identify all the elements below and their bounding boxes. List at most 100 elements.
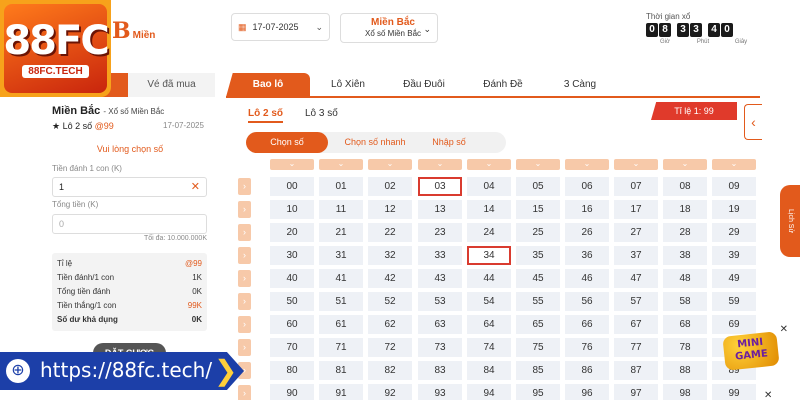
number-cell[interactable]: 58	[663, 292, 707, 311]
tab-dau-duoi[interactable]: Đầu Đuôi	[394, 73, 454, 97]
column-select-chevron[interactable]: ⌄	[319, 159, 363, 170]
number-cell[interactable]: 04	[467, 177, 511, 196]
number-cell[interactable]: 12	[368, 200, 412, 219]
column-select-chevron[interactable]: ⌄	[663, 159, 707, 170]
row-select-arrow[interactable]: ›	[238, 293, 251, 310]
number-cell[interactable]: 93	[418, 384, 462, 400]
number-cell[interactable]: 87	[614, 361, 658, 380]
tab-bought-tickets[interactable]: Vé đã mua	[128, 73, 215, 97]
number-cell[interactable]: 57	[614, 292, 658, 311]
number-cell[interactable]: 37	[614, 246, 658, 265]
column-select-chevron[interactable]: ⌄	[467, 159, 511, 170]
tab-chon-so-nhanh[interactable]: Chọn số nhanh	[334, 132, 416, 153]
number-cell[interactable]: 52	[368, 292, 412, 311]
number-cell[interactable]: 44	[467, 269, 511, 288]
row-select-arrow[interactable]: ›	[238, 201, 251, 218]
number-cell[interactable]: 19	[712, 200, 756, 219]
total-input[interactable]: 0	[52, 214, 207, 234]
site-logo[interactable]: 88FC 88FC.TECH	[0, 0, 111, 97]
number-cell[interactable]: 59	[712, 292, 756, 311]
number-cell[interactable]: 00	[270, 177, 314, 196]
number-cell[interactable]: 84	[467, 361, 511, 380]
row-select-arrow[interactable]: ›	[238, 316, 251, 333]
number-cell[interactable]: 55	[516, 292, 560, 311]
number-cell[interactable]: 73	[418, 338, 462, 357]
number-cell[interactable]: 71	[319, 338, 363, 357]
number-cell[interactable]: 21	[319, 223, 363, 242]
number-cell[interactable]: 26	[565, 223, 609, 242]
column-select-chevron[interactable]: ⌄	[516, 159, 560, 170]
close-icon[interactable]: ✕	[764, 390, 772, 400]
column-select-chevron[interactable]: ⌄	[614, 159, 658, 170]
number-cell[interactable]: 68	[663, 315, 707, 334]
number-cell[interactable]: 82	[368, 361, 412, 380]
number-cell[interactable]: 02	[368, 177, 412, 196]
number-cell[interactable]: 36	[565, 246, 609, 265]
number-cell[interactable]: 32	[368, 246, 412, 265]
number-cell[interactable]: 72	[368, 338, 412, 357]
number-cell[interactable]: 65	[516, 315, 560, 334]
number-cell[interactable]: 25	[516, 223, 560, 242]
tab-danh-de[interactable]: Đánh Đề	[476, 73, 530, 97]
number-cell[interactable]: 62	[368, 315, 412, 334]
number-cell[interactable]: 50	[270, 292, 314, 311]
stake-input[interactable]: 1 ✕	[52, 177, 207, 197]
number-cell[interactable]: 75	[516, 338, 560, 357]
collapse-toggle-icon[interactable]: ‹	[744, 104, 762, 140]
number-cell[interactable]: 43	[418, 269, 462, 288]
number-cell[interactable]: 97	[614, 384, 658, 400]
number-cell[interactable]: 27	[614, 223, 658, 242]
number-cell[interactable]: 38	[663, 246, 707, 265]
column-select-chevron[interactable]: ⌄	[270, 159, 314, 170]
number-cell[interactable]: 83	[418, 361, 462, 380]
number-cell[interactable]: 74	[467, 338, 511, 357]
number-cell[interactable]: 60	[270, 315, 314, 334]
number-cell[interactable]: 03	[418, 177, 462, 196]
number-cell[interactable]: 49	[712, 269, 756, 288]
number-cell[interactable]: 10	[270, 200, 314, 219]
number-cell[interactable]: 20	[270, 223, 314, 242]
number-cell[interactable]: 78	[663, 338, 707, 357]
number-cell[interactable]: 66	[565, 315, 609, 334]
number-cell[interactable]: 31	[319, 246, 363, 265]
column-select-chevron[interactable]: ⌄	[712, 159, 756, 170]
number-cell[interactable]: 22	[368, 223, 412, 242]
number-cell[interactable]: 09	[712, 177, 756, 196]
number-cell[interactable]: 67	[614, 315, 658, 334]
number-cell[interactable]: 98	[663, 384, 707, 400]
tab-bao-lo[interactable]: Bao lô	[226, 73, 310, 97]
number-cell[interactable]: 61	[319, 315, 363, 334]
number-cell[interactable]: 05	[516, 177, 560, 196]
number-cell[interactable]: 06	[565, 177, 609, 196]
number-cell[interactable]: 01	[319, 177, 363, 196]
number-cell[interactable]: 86	[565, 361, 609, 380]
tab-lo-2-so[interactable]: Lô 2 số	[248, 108, 284, 123]
tab-lo-3-so[interactable]: Lô 3 số	[305, 108, 338, 119]
clear-icon[interactable]: ✕	[191, 178, 200, 196]
number-cell[interactable]: 29	[712, 223, 756, 242]
row-select-arrow[interactable]: ›	[238, 224, 251, 241]
number-cell[interactable]: 23	[418, 223, 462, 242]
number-cell[interactable]: 63	[418, 315, 462, 334]
history-fab[interactable]: Lịch Sử	[780, 185, 800, 257]
row-select-arrow[interactable]: ›	[238, 270, 251, 287]
number-cell[interactable]: 76	[565, 338, 609, 357]
number-cell[interactable]: 39	[712, 246, 756, 265]
number-cell[interactable]: 99	[712, 384, 756, 400]
number-cell[interactable]: 70	[270, 338, 314, 357]
number-cell[interactable]: 92	[368, 384, 412, 400]
number-cell[interactable]: 08	[663, 177, 707, 196]
number-cell[interactable]: 77	[614, 338, 658, 357]
number-cell[interactable]: 16	[565, 200, 609, 219]
number-cell[interactable]: 96	[565, 384, 609, 400]
number-cell[interactable]: 81	[319, 361, 363, 380]
number-cell[interactable]: 88	[663, 361, 707, 380]
number-cell[interactable]: 47	[614, 269, 658, 288]
number-cell[interactable]: 53	[418, 292, 462, 311]
number-cell[interactable]: 07	[614, 177, 658, 196]
number-cell[interactable]: 95	[516, 384, 560, 400]
number-cell[interactable]: 48	[663, 269, 707, 288]
number-cell[interactable]: 41	[319, 269, 363, 288]
number-cell[interactable]: 42	[368, 269, 412, 288]
number-cell[interactable]: 56	[565, 292, 609, 311]
